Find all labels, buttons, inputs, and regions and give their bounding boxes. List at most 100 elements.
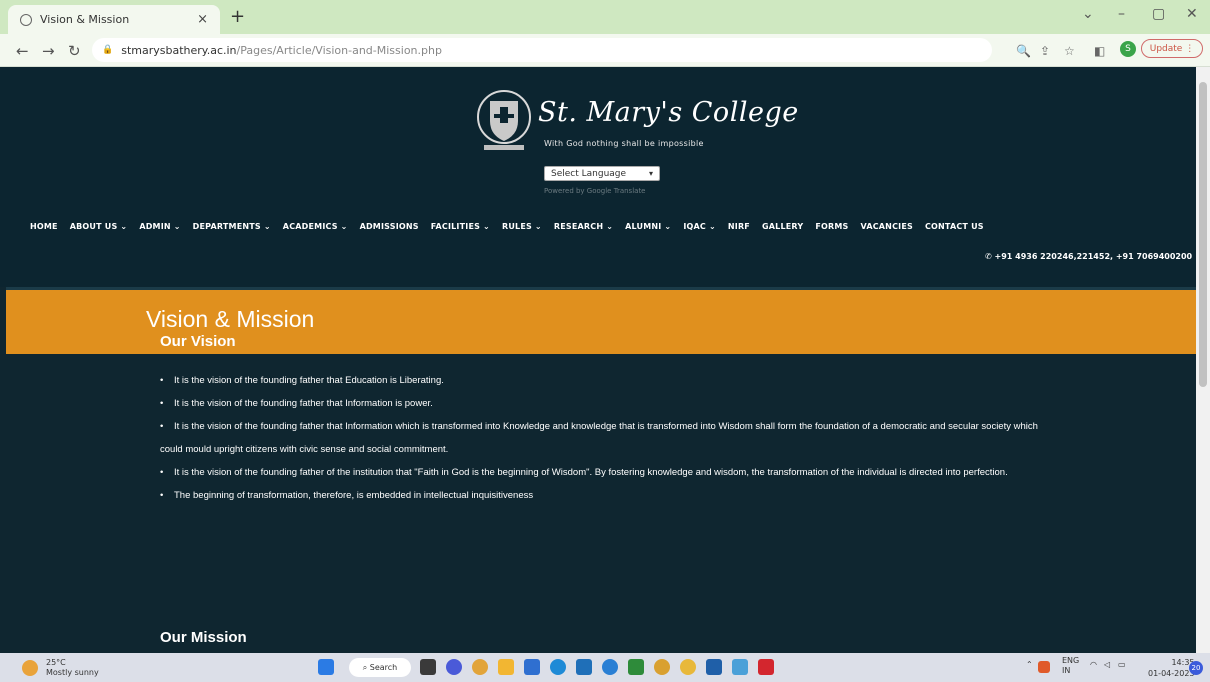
menu-admissions[interactable]: ADMISSIONS (360, 222, 419, 231)
vision-heading-prefix: Our (160, 333, 191, 350)
taskbar-search-label: Search (369, 663, 398, 672)
vision-item-text: It is the vision of the founding father … (174, 467, 1008, 478)
app-icon[interactable] (732, 659, 748, 675)
word-icon[interactable] (706, 659, 722, 675)
vision-item-text: It is the vision of the founding father … (174, 398, 433, 409)
vision-item-text: The beginning of transformation, therefo… (174, 490, 534, 501)
browser-tab[interactable]: Vision & Mission × (8, 5, 220, 34)
menu-alumni[interactable]: ALUMNI ⌄ (625, 222, 671, 231)
notification-badge[interactable]: 20 (1189, 661, 1203, 675)
vision-heading-bold: Vision (190, 333, 236, 350)
start-icon[interactable] (318, 659, 334, 675)
language-select[interactable]: Select Language ▾ (544, 166, 660, 181)
update-button[interactable]: Update ⋮ (1141, 39, 1203, 58)
globe-icon (20, 13, 32, 26)
chrome-icon[interactable] (680, 659, 696, 675)
share-icon[interactable]: ⇪ (1040, 44, 1050, 58)
profile-avatar[interactable]: S (1120, 41, 1136, 57)
tray-chevron-icon[interactable]: ⌃ (1026, 660, 1033, 669)
forward-icon[interactable]: → (42, 42, 55, 60)
volume-icon[interactable]: ◁ (1104, 660, 1110, 669)
scrollbar-thumb[interactable] (1199, 82, 1207, 387)
language-select-value: Select Language (551, 168, 627, 179)
bookmark-star-icon[interactable]: ☆ (1064, 44, 1075, 58)
menu-iqac[interactable]: IQAC ⌄ (683, 222, 716, 231)
phone-icon: ✆ (985, 252, 995, 261)
weather-temp: 25°C (46, 658, 66, 667)
url-domain: stmarysbathery.ac.in (121, 43, 237, 57)
mission-heading-prefix: Our (160, 629, 191, 646)
menu-home[interactable]: HOME (30, 222, 58, 231)
address-bar-row: ← → ↻ 🔒 stmarysbathery.ac.in/Pages/Artic… (0, 34, 1210, 67)
close-tab-icon[interactable]: × (197, 12, 208, 27)
update-label: Update (1149, 43, 1183, 54)
phone-numbers[interactable]: ✆ +91 4936 220246,221452, +91 7069400200 (985, 252, 1192, 261)
app-icon[interactable] (602, 659, 618, 675)
xbox-icon[interactable] (628, 659, 644, 675)
browser-tab-strip: Vision & Mission × + ⌄ – ▢ ✕ (0, 0, 1210, 34)
lock-icon: 🔒 (102, 45, 114, 55)
tab-title: Vision & Mission (40, 13, 130, 26)
chevron-down-icon[interactable]: ⌄ (1082, 6, 1094, 22)
weather-widget[interactable]: 25°C Mostly sunny (46, 658, 99, 678)
new-tab-button[interactable]: + (230, 6, 245, 27)
menu-departments[interactable]: DEPARTMENTS ⌄ (193, 222, 271, 231)
menu-gallery[interactable]: GALLERY (762, 222, 803, 231)
list-item: • It is the vision of the founding father… (160, 467, 1008, 478)
sidepanel-icon[interactable]: ◧ (1094, 44, 1105, 58)
menu-academics[interactable]: ACADEMICS ⌄ (283, 222, 348, 231)
lang-top: ENG (1062, 656, 1080, 665)
tray-app-icon[interactable] (1038, 661, 1050, 673)
list-item: • It is the vision of the founding father… (160, 398, 433, 409)
clock-date: 01-04-2023 (1148, 669, 1195, 678)
reload-icon[interactable]: ↻ (68, 42, 81, 60)
wifi-icon[interactable]: ◠ (1090, 660, 1097, 669)
college-name[interactable]: St. Mary's College (538, 97, 799, 128)
chat-icon[interactable] (446, 659, 462, 675)
language-indicator[interactable]: ENG IN (1062, 656, 1079, 676)
edge-icon[interactable] (550, 659, 566, 675)
battery-icon[interactable]: ▭ (1118, 660, 1126, 669)
file-explorer-icon[interactable] (498, 659, 514, 675)
chrome-icon[interactable] (472, 659, 488, 675)
task-view-icon[interactable] (420, 659, 436, 675)
acrobat-icon[interactable] (758, 659, 774, 675)
url-field[interactable]: 🔒 stmarysbathery.ac.in/Pages/Article/Vis… (92, 38, 992, 62)
zoom-icon[interactable]: 🔍 (1016, 44, 1031, 58)
lang-bottom: IN (1062, 666, 1071, 675)
store-icon[interactable] (524, 659, 540, 675)
chrome-icon[interactable] (654, 659, 670, 675)
menu-about-us[interactable]: ABOUT US ⌄ (70, 222, 128, 231)
maximize-icon[interactable]: ▢ (1152, 6, 1165, 22)
menu-admin[interactable]: ADMIN ⌄ (139, 222, 180, 231)
college-crest-logo[interactable] (474, 87, 534, 153)
menu-rules[interactable]: RULES ⌄ (502, 222, 542, 231)
menu-facilities[interactable]: FACILITIES ⌄ (431, 222, 490, 231)
clock[interactable]: 14:35 01-04-2023 (1148, 657, 1195, 679)
url-path: /Pages/Article/Vision-and-Mission.php (236, 43, 442, 57)
mission-heading: Our Mission (160, 629, 247, 646)
menu-forms[interactable]: FORMS (815, 222, 848, 231)
vision-item-text: It is the vision of the founding father … (160, 421, 1038, 455)
menu-research[interactable]: RESEARCH ⌄ (554, 222, 613, 231)
web-page: St. Mary's College With God nothing shal… (0, 67, 1196, 653)
list-item: • It is the vision of the founding father… (160, 421, 1038, 455)
minimize-icon[interactable]: – (1118, 6, 1125, 22)
windows-taskbar: 25°C Mostly sunny ⌕ Search ⌃ ENG IN ◠ ◁ ▭ … (0, 653, 1210, 682)
mission-heading-bold: Mission (190, 629, 247, 646)
weather-sun-icon[interactable] (22, 660, 38, 676)
menu-contact-us[interactable]: CONTACT US (925, 222, 984, 231)
vision-item-text: It is the vision of the founding father … (174, 375, 444, 386)
close-window-icon[interactable]: ✕ (1186, 6, 1198, 22)
menu-nirf[interactable]: NIRF (728, 222, 750, 231)
chevron-down-icon: ▾ (648, 169, 653, 178)
menu-vacancies[interactable]: VACANCIES (860, 222, 912, 231)
list-item: • It is the vision of the founding father… (160, 375, 444, 386)
vision-heading: Our Vision (160, 333, 236, 350)
weather-text: Mostly sunny (46, 668, 99, 677)
back-icon[interactable]: ← (16, 42, 29, 60)
taskbar-search[interactable]: ⌕ Search (349, 658, 411, 677)
page-title: Vision & Mission (146, 306, 315, 332)
powered-by-google[interactable]: Powered by Google Translate (544, 187, 646, 195)
app-icon[interactable] (576, 659, 592, 675)
